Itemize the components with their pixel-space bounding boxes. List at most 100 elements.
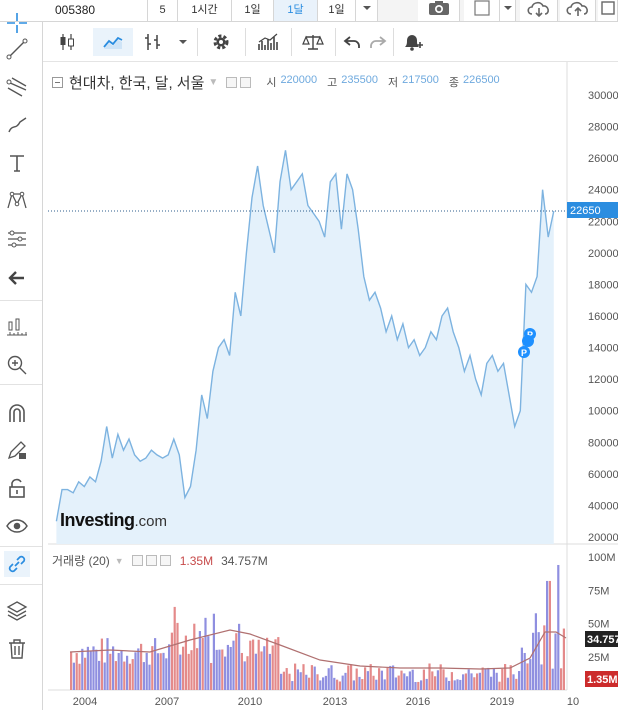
eye-toggle-icon[interactable]: [131, 555, 143, 566]
volume-bar: [495, 672, 498, 690]
volume-bar: [534, 613, 537, 690]
volume-bar: [540, 664, 543, 690]
price-tick-label: 80000: [588, 437, 618, 449]
volume-bar: [403, 673, 406, 690]
volume-bar: [140, 643, 143, 690]
volume-bar: [364, 667, 367, 690]
close-icon[interactable]: [159, 555, 171, 566]
volume-bar: [361, 679, 364, 690]
price-tick-label: 14000: [588, 343, 618, 355]
collapse-icon[interactable]: [52, 76, 63, 88]
volume-bar: [179, 654, 182, 690]
volume-bar: [193, 623, 196, 690]
volume-bar: [442, 669, 445, 690]
volume-bar: [333, 677, 336, 690]
close-value: 226500: [462, 74, 500, 86]
gear-icon[interactable]: [145, 555, 157, 566]
low-value: 217500: [402, 74, 439, 86]
volume-bar: [291, 681, 294, 690]
volume-bar: [408, 671, 411, 690]
price-tick-label: 40000: [588, 500, 618, 512]
volume-bar: [246, 656, 249, 690]
volume-bar: [509, 665, 512, 690]
volume-bar: [72, 662, 75, 690]
high-label: 고: [327, 77, 338, 89]
volume-bar: [285, 668, 288, 690]
volume-bar: [120, 650, 123, 690]
price-tick-label: 24000: [588, 185, 618, 197]
time-tick-label: 2016: [406, 696, 430, 708]
volume-bar: [159, 653, 162, 690]
volume-bar: [557, 564, 560, 690]
volume-bar: [380, 670, 383, 690]
volume-bar: [386, 667, 389, 690]
price-tick-label: 18000: [588, 279, 618, 291]
volume-title: 거래량 (20): [52, 554, 110, 568]
volume-bar: [78, 663, 81, 690]
volume-bar: [476, 673, 479, 690]
volume-bar: [280, 673, 283, 690]
volume-bar: [322, 677, 325, 690]
dividend-marker[interactable]: [522, 335, 534, 347]
volume-bar: [271, 645, 274, 690]
volume-bar: [268, 653, 271, 690]
volume-bar: [375, 679, 378, 690]
volume-bar: [170, 632, 173, 690]
volume-ma-badge-text: 34.757: [587, 634, 618, 646]
volume-bar: [420, 680, 423, 690]
volume-bar: [81, 648, 84, 690]
volume-bar: [148, 664, 151, 690]
volume-bar: [548, 580, 551, 690]
price-badge-text: 22650: [570, 205, 601, 217]
volume-bar: [187, 653, 190, 690]
volume-bar: [238, 623, 241, 690]
volume-bar: [252, 639, 255, 690]
price-area-fill: [56, 150, 554, 545]
volume-bar: [117, 653, 120, 690]
volume-bar: [263, 646, 266, 690]
time-tick-label: 2004: [73, 696, 97, 708]
volume-bar: [142, 662, 145, 690]
price-tick-label: 30000: [588, 90, 618, 102]
volume-bar: [414, 682, 417, 690]
gear-icon[interactable]: [240, 76, 252, 88]
volume-bar: [89, 651, 92, 690]
volume-bar: [473, 677, 476, 690]
volume-bar: [501, 668, 504, 690]
volume-bar: [529, 659, 532, 690]
volume-bar: [92, 646, 95, 690]
eye-toggle-icon[interactable]: [226, 76, 238, 88]
price-tick-label: 16000: [588, 311, 618, 323]
volume-bar: [369, 664, 372, 690]
volume-bar: [218, 649, 221, 690]
price-tick-label: 26000: [588, 153, 618, 165]
volume-bar: [316, 674, 319, 690]
volume-bar: [274, 639, 277, 690]
volume-bar: [204, 617, 207, 690]
volume-bar: [98, 660, 101, 690]
volume-bar: [302, 664, 305, 690]
investing-logo: Investing.com: [60, 510, 167, 531]
volume-bar: [165, 658, 168, 690]
volume-bar: [260, 651, 263, 690]
volume-tick-label: 25M: [588, 652, 609, 664]
time-tick-label: 2007: [155, 696, 179, 708]
chevron-down-icon[interactable]: ▼: [115, 556, 124, 566]
price-tick-label: 22000: [588, 216, 618, 228]
volume-tick-label: 75M: [588, 585, 609, 597]
volume-tick-label: 50M: [588, 619, 609, 631]
volume-bar: [324, 675, 327, 690]
chevron-down-icon[interactable]: ▼: [208, 77, 218, 88]
volume-bar: [75, 653, 78, 690]
volume-bar: [134, 652, 137, 690]
volume-bar: [235, 633, 238, 690]
volume-bar: [210, 662, 213, 690]
volume-bar: [445, 677, 448, 690]
volume-bars: [70, 564, 565, 690]
volume-bar: [86, 646, 89, 690]
volume-bar: [112, 646, 115, 690]
volume-bar: [198, 631, 201, 690]
volume-bar: [336, 679, 339, 690]
price-chart[interactable]: 30000 28000 26000 24000 22000 20000 18000 16000…: [0, 0, 618, 710]
volume-bar: [305, 674, 308, 690]
